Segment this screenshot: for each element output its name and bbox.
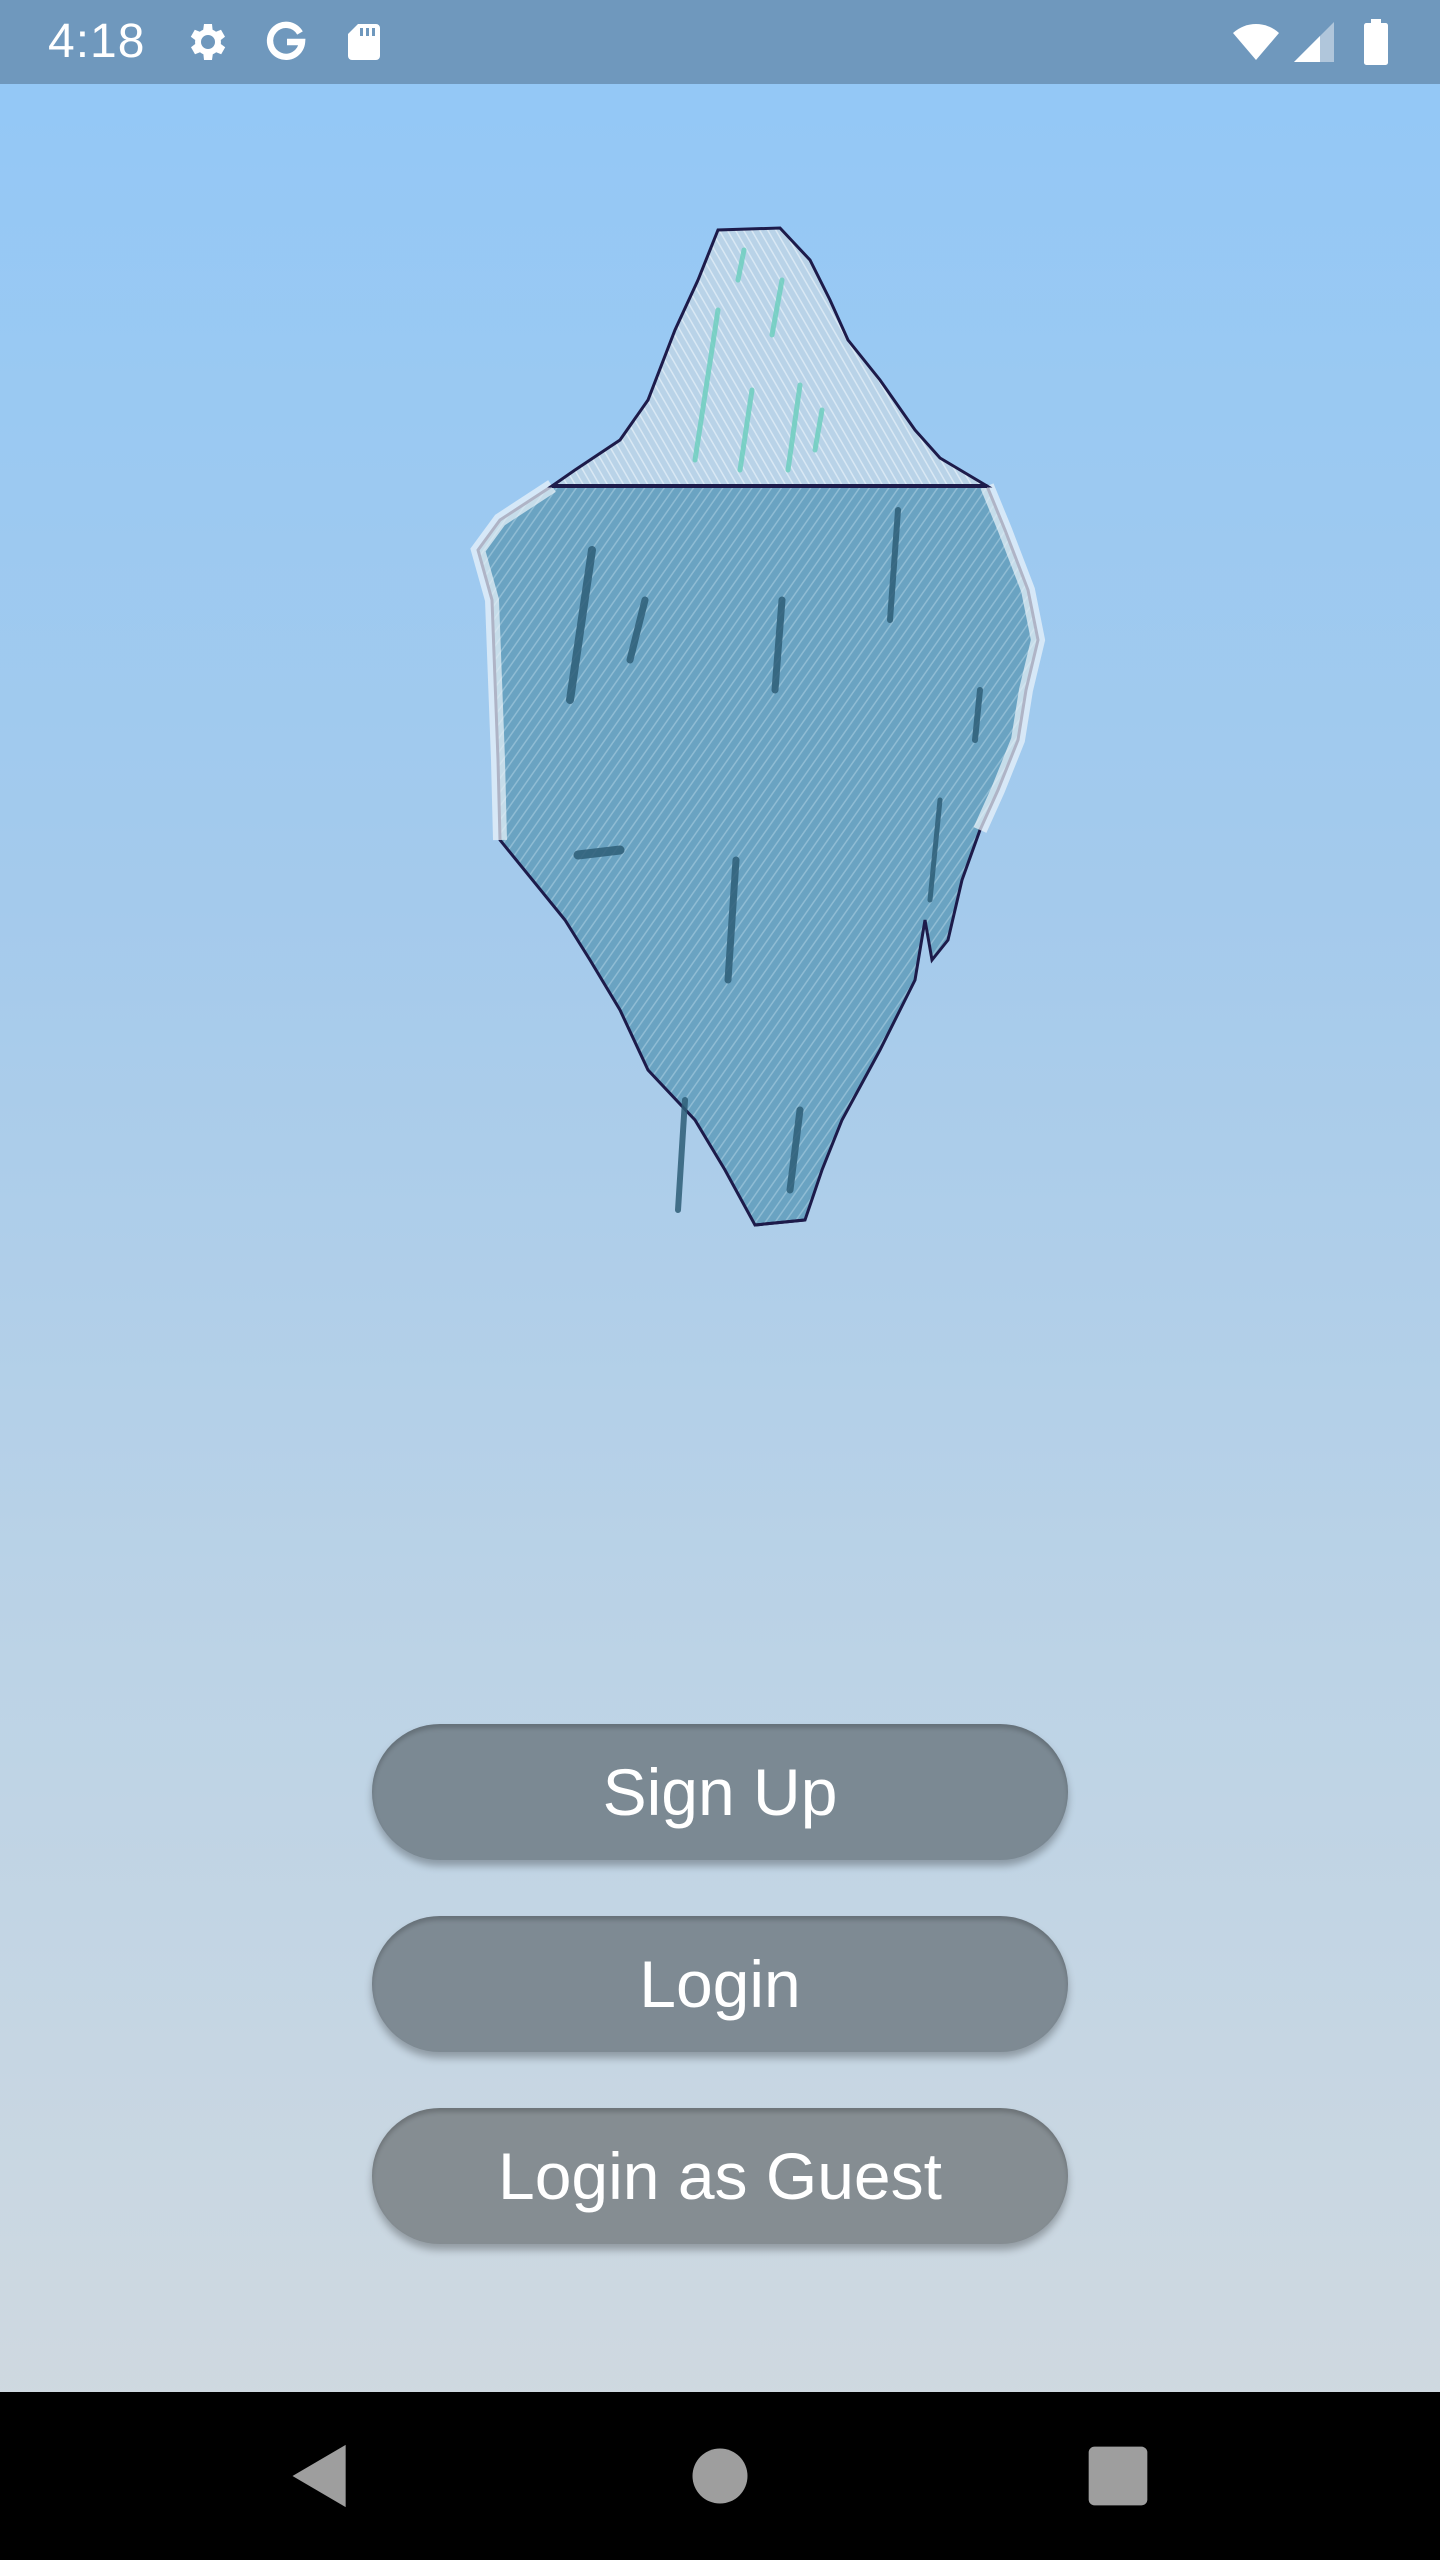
navigation-bar <box>0 2392 1440 2560</box>
gear-icon <box>190 24 226 60</box>
status-time: 4:18 <box>48 15 146 68</box>
wifi-icon <box>1233 24 1279 60</box>
login-as-guest-button[interactable]: Login as Guest <box>372 2108 1068 2244</box>
home-icon[interactable] <box>676 2432 764 2520</box>
iceberg-illustration <box>470 226 1046 1227</box>
recents-icon[interactable] <box>1074 2432 1162 2520</box>
status-bar: 4:18 <box>0 0 1440 84</box>
cell-signal-icon <box>1294 22 1334 62</box>
google-icon <box>266 21 306 60</box>
back-icon[interactable] <box>276 2432 364 2520</box>
app-screen: 4:18 Sign Up Login Login as Guest <box>0 0 1440 2560</box>
sign-up-button[interactable]: Sign Up <box>372 1724 1068 1860</box>
login-button[interactable]: Login <box>372 1916 1068 2052</box>
sd-card-icon <box>348 24 380 60</box>
battery-icon <box>1364 19 1388 65</box>
